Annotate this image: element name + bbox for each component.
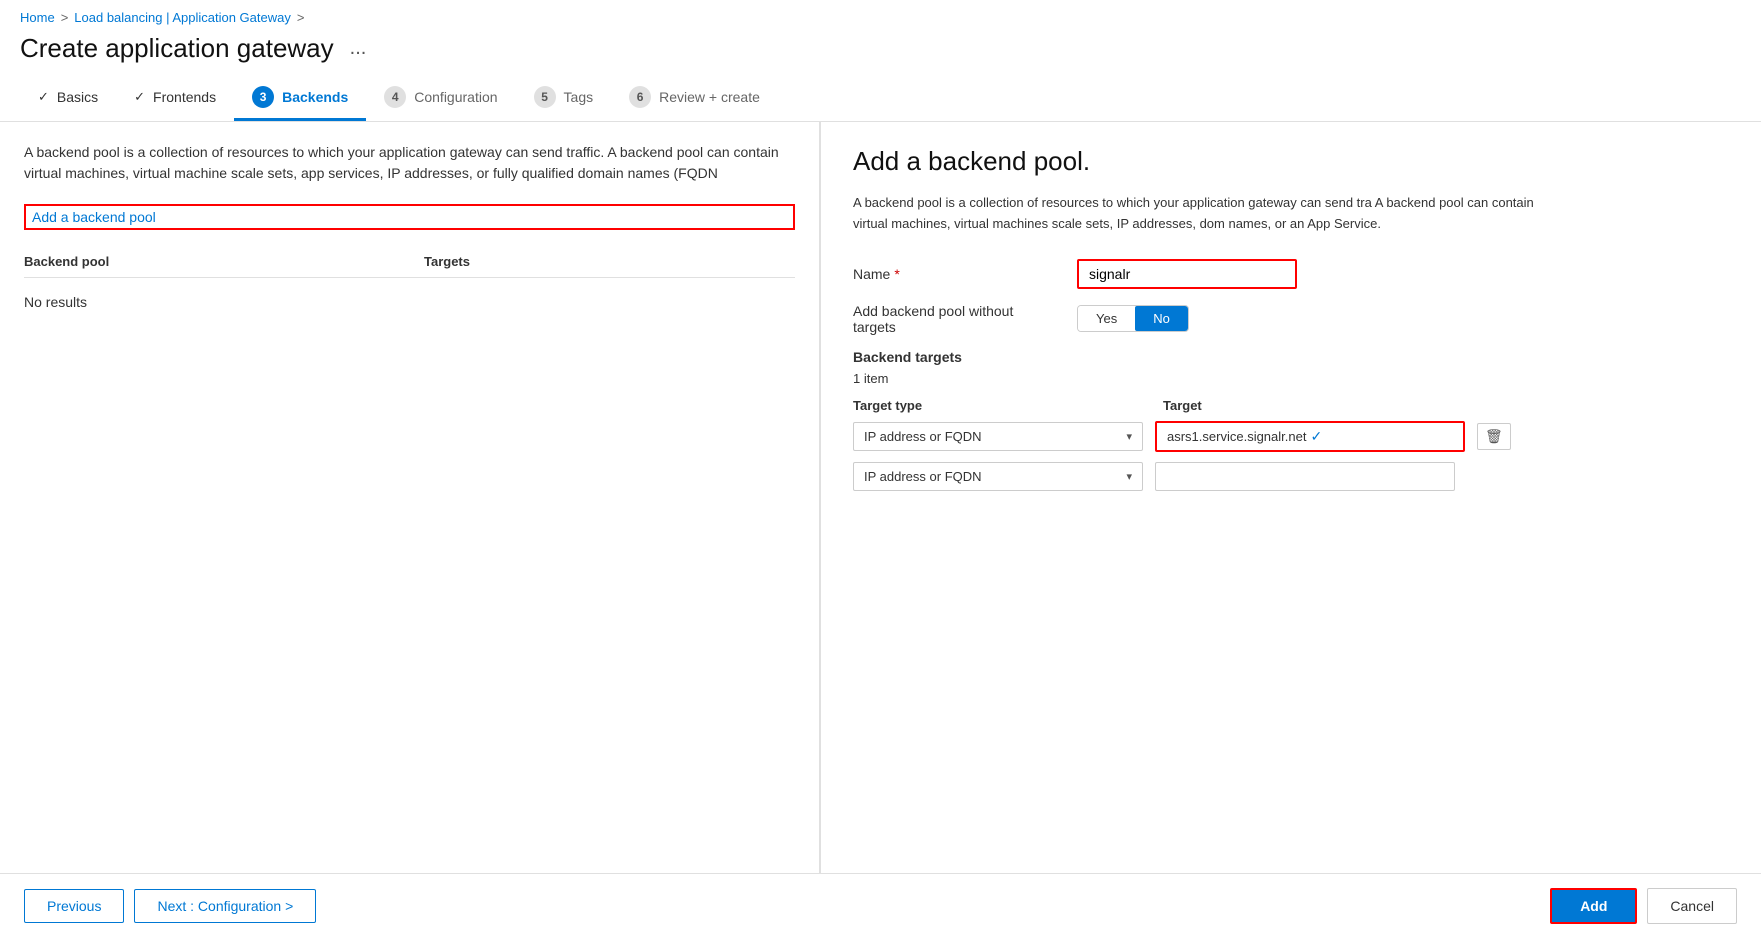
target-type-dropdown-2[interactable]: IP address or FQDN ▾ — [853, 462, 1143, 491]
target-input-2[interactable] — [1155, 462, 1455, 491]
bottom-bar-right: Add Cancel — [1550, 888, 1737, 924]
left-description: A backend pool is a collection of resour… — [24, 142, 795, 184]
breadcrumb-sep2: > — [297, 10, 305, 25]
name-row: Name * — [853, 259, 1729, 289]
configuration-step-circle: 4 — [384, 86, 406, 108]
backend-targets-label: Backend targets — [853, 349, 1729, 365]
add-button[interactable]: Add — [1550, 888, 1637, 924]
add-backend-pool-link[interactable]: Add a backend pool — [26, 206, 162, 228]
tab-configuration[interactable]: 4 Configuration — [366, 76, 515, 121]
tab-basics[interactable]: ✓ Basics — [20, 79, 116, 118]
toggle-group: Yes No — [1077, 305, 1189, 332]
breadcrumb: Home > Load balancing | Application Gate… — [0, 0, 1761, 29]
review-step-circle: 6 — [629, 86, 651, 108]
tab-tags[interactable]: 5 Tags — [516, 76, 612, 121]
target-input-box-1: asrs1.service.signalr.net ✓ — [1155, 421, 1465, 452]
target-type-header: Target type — [853, 398, 1163, 413]
valid-check-icon-1: ✓ — [1310, 428, 1322, 445]
tab-tags-label: Tags — [564, 89, 594, 105]
tab-frontends-label: Frontends — [153, 89, 216, 105]
breadcrumb-load-balancing[interactable]: Load balancing | Application Gateway — [74, 10, 291, 25]
ellipsis-button[interactable]: ... — [344, 35, 373, 62]
target-type-dropdown-1[interactable]: IP address or FQDN ▾ — [853, 422, 1143, 451]
previous-button[interactable]: Previous — [24, 889, 124, 923]
col-targets-header: Targets — [424, 254, 795, 269]
item-count: 1 item — [853, 371, 1729, 386]
col-pool-header: Backend pool — [24, 254, 424, 269]
breadcrumb-home[interactable]: Home — [20, 10, 55, 25]
target-type-value-1: IP address or FQDN — [864, 429, 982, 444]
toggle-area: Yes No — [1077, 305, 1729, 332]
toggle-label: Add backend pool without targets — [853, 303, 1053, 335]
tab-backends[interactable]: 3 Backends — [234, 76, 366, 121]
target-row-2: IP address or FQDN ▾ — [853, 462, 1729, 491]
name-label: Name * — [853, 266, 1053, 282]
target-header: Target — [1163, 398, 1729, 413]
basics-check-icon: ✓ — [38, 89, 49, 105]
target-type-value-2: IP address or FQDN — [864, 469, 982, 484]
tab-frontends[interactable]: ✓ Frontends — [116, 79, 234, 118]
bottom-bar-left: Previous Next : Configuration > — [24, 889, 316, 923]
toggle-yes[interactable]: Yes — [1078, 306, 1135, 331]
tab-configuration-label: Configuration — [414, 89, 497, 105]
toggle-row: Add backend pool without targets Yes No — [853, 303, 1729, 335]
backends-step-circle: 3 — [252, 86, 274, 108]
breadcrumb-sep1: > — [61, 10, 69, 25]
chevron-down-icon-2: ▾ — [1126, 470, 1132, 483]
chevron-down-icon-1: ▾ — [1126, 430, 1132, 443]
panel-description: A backend pool is a collection of resour… — [853, 193, 1553, 235]
tags-step-circle: 5 — [534, 86, 556, 108]
add-backend-pool-wrapper: Add a backend pool — [24, 204, 795, 230]
cancel-button[interactable]: Cancel — [1647, 888, 1737, 924]
tab-review[interactable]: 6 Review + create — [611, 76, 778, 121]
wizard-tabs: ✓ Basics ✓ Frontends 3 Backends 4 Config… — [0, 76, 1761, 122]
target-value-1: asrs1.service.signalr.net — [1167, 429, 1306, 444]
name-input[interactable] — [1077, 259, 1297, 289]
no-results: No results — [24, 278, 795, 326]
table-header: Backend pool Targets — [24, 246, 795, 278]
right-panel: Add a backend pool. A backend pool is a … — [821, 122, 1761, 873]
delete-row-1-button[interactable]: 🗑 — [1477, 423, 1511, 450]
left-panel: A backend pool is a collection of resour… — [0, 122, 820, 873]
bottom-bar: Previous Next : Configuration > Add Canc… — [0, 873, 1761, 938]
target-row-1: IP address or FQDN ▾ asrs1.service.signa… — [853, 421, 1729, 452]
main-content: A backend pool is a collection of resour… — [0, 122, 1761, 873]
toggle-no[interactable]: No — [1135, 306, 1188, 331]
next-button[interactable]: Next : Configuration > — [134, 889, 316, 923]
panel-title: Add a backend pool. — [853, 146, 1729, 177]
tab-basics-label: Basics — [57, 89, 98, 105]
page-title: Create application gateway — [20, 33, 334, 64]
tab-review-label: Review + create — [659, 89, 760, 105]
required-star: * — [894, 266, 899, 282]
targets-header: Target type Target — [853, 398, 1729, 413]
page-header: Create application gateway ... — [0, 29, 1761, 76]
frontends-check-icon: ✓ — [134, 89, 145, 105]
name-control-area — [1077, 259, 1729, 289]
tab-backends-label: Backends — [282, 89, 348, 105]
